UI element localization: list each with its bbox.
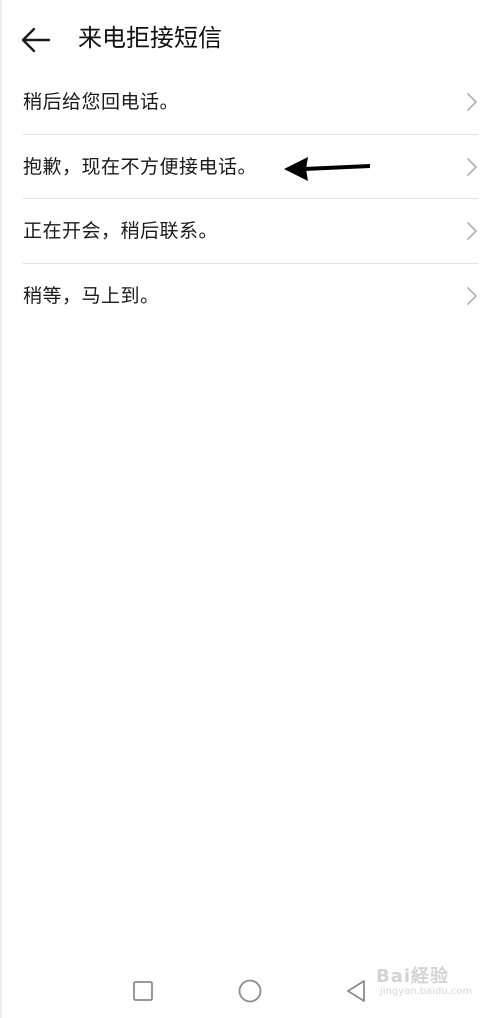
message-label: 正在开会，稍后联系。 [23,220,219,243]
message-label: 稍等，马上到。 [23,284,160,307]
chevron-right-icon [467,93,477,112]
recents-button[interactable] [128,976,158,1006]
system-back-button[interactable] [341,976,371,1006]
page-title: 来电拒接短信 [78,24,222,52]
watermark-url: jingyan.baidu.com [380,986,473,997]
screen: 来电拒接短信 稍后给您回电话。 抱歉，现在不方便接电话。 正在开会，稍后联系。 … [0,0,500,1018]
message-item-sorry-inconvenient[interactable]: 抱歉，现在不方便接电话。 [0,135,500,199]
baidu-jingyan-watermark: Bai経验 jingyan.baidu.com [376,962,476,1000]
message-label: 稍后给您回电话。 [23,91,180,114]
message-item-be-right-there[interactable]: 稍等，马上到。 [0,264,500,329]
message-label: 抱歉，现在不方便接电话。 [23,155,258,178]
chevron-right-icon [467,222,477,241]
watermark-text: Bai経验 [376,966,450,987]
chevron-right-icon [467,157,477,176]
triangle-back-icon [347,980,365,1002]
reply-message-list: 稍后给您回电话。 抱歉，现在不方便接电话。 正在开会，稍后联系。 稍等，马上到。 [0,70,500,328]
circle-home-icon [238,979,262,1003]
chevron-right-icon [467,286,477,305]
message-item-call-back-later[interactable]: 稍后给您回电话。 [0,70,500,135]
home-button[interactable] [235,976,265,1006]
message-item-in-meeting[interactable]: 正在开会，稍后联系。 [0,199,500,264]
square-recents-icon [133,981,153,1001]
app-bar: 来电拒接短信 [0,0,500,76]
back-button[interactable] [16,20,56,60]
arrow-left-annotation-icon [284,157,370,181]
arrow-left-icon [21,27,51,53]
